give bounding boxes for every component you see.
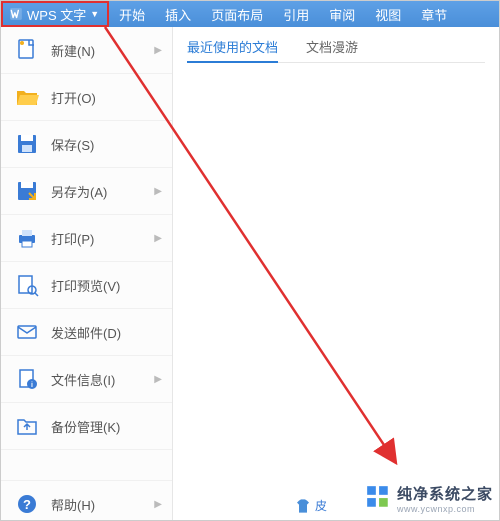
menu-label: 保存(S) bbox=[51, 135, 162, 154]
menu-item-help[interactable]: ? 帮助(H) ▶ bbox=[1, 480, 172, 521]
watermark: 纯净系统之家 www.ycwnxp.com bbox=[365, 483, 493, 514]
wps-logo-icon bbox=[9, 7, 23, 21]
menu-item-print[interactable]: 打印(P) ▶ bbox=[1, 215, 172, 262]
help-icon: ? bbox=[15, 492, 39, 516]
ribbon-tab-insert[interactable]: 插入 bbox=[155, 1, 201, 27]
menu-item-send-mail[interactable]: 发送邮件(D) bbox=[1, 309, 172, 356]
menu-label: 打印(P) bbox=[51, 229, 150, 248]
skin-button[interactable]: 皮 bbox=[295, 497, 327, 514]
ribbon-tab-sections[interactable]: 章节 bbox=[411, 1, 457, 27]
menu-label: 发送邮件(D) bbox=[51, 323, 162, 342]
chevron-down-icon: ▼ bbox=[90, 9, 99, 19]
print-preview-icon bbox=[15, 273, 39, 297]
menu-label: 帮助(H) bbox=[51, 495, 150, 514]
watermark-name: 纯净系统之家 bbox=[397, 483, 493, 504]
menu-item-file-info[interactable]: i 文件信息(I) ▶ bbox=[1, 356, 172, 403]
skin-label: 皮 bbox=[315, 497, 327, 514]
ribbon-tab-references[interactable]: 引用 bbox=[273, 1, 319, 27]
ribbon-tab-start[interactable]: 开始 bbox=[109, 1, 155, 27]
tab-recent-documents[interactable]: 最近使用的文档 bbox=[187, 37, 278, 63]
save-icon bbox=[15, 132, 39, 156]
chevron-right-icon: ▶ bbox=[154, 186, 162, 197]
menu-item-print-preview[interactable]: 打印预览(V) bbox=[1, 262, 172, 309]
print-icon bbox=[15, 226, 39, 250]
content-pane: 最近使用的文档 文档漫游 bbox=[173, 27, 499, 520]
menu-item-save[interactable]: 保存(S) bbox=[1, 121, 172, 168]
watermark-logo-icon bbox=[365, 484, 391, 513]
menu-item-open[interactable]: 打开(O) bbox=[1, 74, 172, 121]
app-menu-button[interactable]: WPS 文字 ▼ bbox=[1, 1, 109, 27]
mail-icon bbox=[15, 320, 39, 344]
menu-item-new[interactable]: 新建(N) ▶ bbox=[1, 27, 172, 74]
chevron-right-icon: ▶ bbox=[154, 233, 162, 244]
content-tabs: 最近使用的文档 文档漫游 bbox=[187, 37, 485, 63]
chevron-right-icon: ▶ bbox=[154, 499, 162, 510]
svg-text:i: i bbox=[31, 382, 33, 389]
backup-icon bbox=[15, 414, 39, 438]
backstage-sidebar: 新建(N) ▶ 打开(O) 保存(S) 另存为(A) ▶ bbox=[1, 27, 173, 520]
menu-label: 新建(N) bbox=[51, 41, 150, 60]
tshirt-icon bbox=[295, 498, 311, 514]
file-new-icon bbox=[15, 38, 39, 62]
menu-label: 另存为(A) bbox=[51, 182, 150, 201]
menu-label: 文件信息(I) bbox=[51, 370, 150, 389]
menu-label: 打印预览(V) bbox=[51, 276, 162, 295]
menu-label: 备份管理(K) bbox=[51, 417, 162, 436]
chevron-right-icon: ▶ bbox=[154, 374, 162, 385]
ribbon-bar: WPS 文字 ▼ 开始 插入 页面布局 引用 审阅 视图 章节 bbox=[1, 1, 499, 27]
menu-item-save-as[interactable]: 另存为(A) ▶ bbox=[1, 168, 172, 215]
ribbon-tab-page-layout[interactable]: 页面布局 bbox=[201, 1, 273, 27]
ribbon-tab-review[interactable]: 审阅 bbox=[319, 1, 365, 27]
menu-item-backup[interactable]: 备份管理(K) bbox=[1, 403, 172, 450]
menu-label: 打开(O) bbox=[51, 88, 162, 107]
file-info-icon: i bbox=[15, 367, 39, 391]
ribbon-tab-view[interactable]: 视图 bbox=[365, 1, 411, 27]
tab-document-roaming[interactable]: 文档漫游 bbox=[306, 37, 358, 56]
svg-text:?: ? bbox=[23, 497, 31, 512]
chevron-right-icon: ▶ bbox=[154, 45, 162, 56]
watermark-url: www.ycwnxp.com bbox=[397, 504, 493, 514]
save-as-icon bbox=[15, 179, 39, 203]
folder-open-icon bbox=[15, 85, 39, 109]
app-title-text: WPS 文字 bbox=[27, 5, 86, 24]
